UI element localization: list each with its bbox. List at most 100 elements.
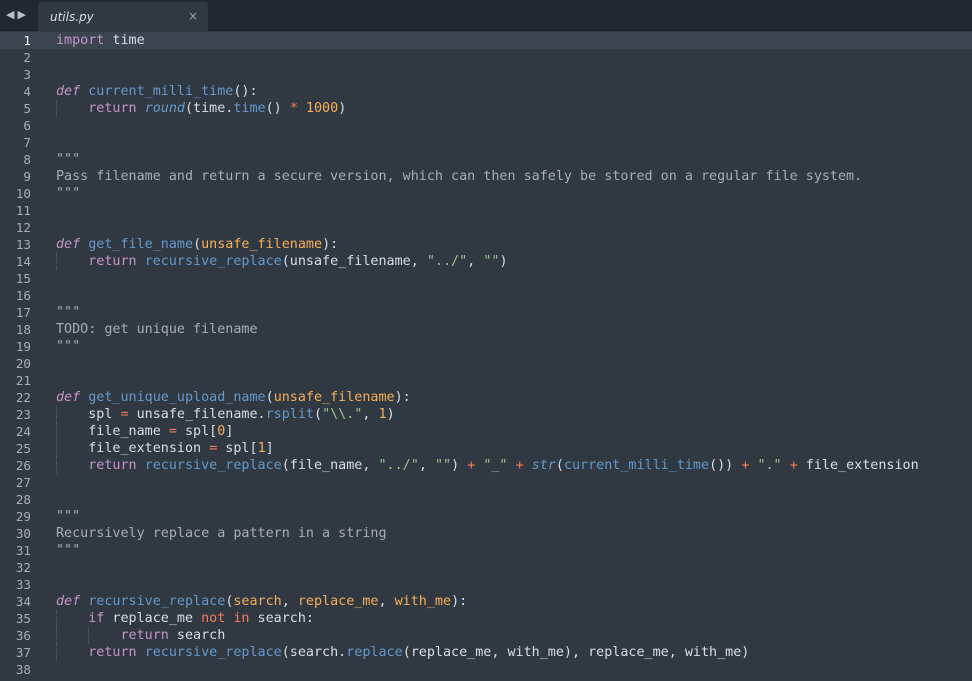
line-number: 3 bbox=[23, 67, 31, 82]
line-number: 14 bbox=[15, 254, 31, 269]
code-line[interactable]: 8 """ bbox=[0, 151, 972, 168]
code-line[interactable]: 25 file_extension = spl[1] bbox=[0, 440, 972, 457]
line-number: 2 bbox=[23, 50, 31, 65]
code-token: """ bbox=[56, 186, 81, 201]
code-line[interactable]: 35 if replace_me not in search: bbox=[0, 610, 972, 627]
tab-forward-icon[interactable]: ▶ bbox=[17, 8, 25, 22]
code-token: return bbox=[88, 254, 137, 269]
code-line[interactable]: 13 def get_file_name(unsafe_filename): bbox=[0, 236, 972, 253]
code-token: "_" bbox=[483, 458, 508, 473]
code-line[interactable]: 10 """ bbox=[0, 185, 972, 202]
code-line[interactable]: 7 bbox=[0, 134, 972, 151]
indent-guide bbox=[56, 406, 57, 423]
code-token: (replace_me, with_me), replace_me, with_… bbox=[402, 645, 750, 660]
code-line[interactable]: 23 spl = unsafe_filename.rsplit("\\.", 1… bbox=[0, 406, 972, 423]
line-number: 23 bbox=[15, 407, 31, 422]
code-line[interactable]: 29 """ bbox=[0, 508, 972, 525]
code-token: ) bbox=[386, 407, 395, 422]
code-line[interactable]: 1 import time bbox=[0, 32, 972, 49]
code-line[interactable]: 28 bbox=[0, 491, 972, 508]
code-line[interactable]: 21 bbox=[0, 372, 972, 389]
code-token: """ bbox=[56, 152, 81, 167]
code-token: return bbox=[88, 101, 137, 116]
code-line[interactable]: 36 return search bbox=[0, 627, 972, 644]
line-number: 37 bbox=[15, 645, 31, 660]
code-line[interactable]: 31 """ bbox=[0, 542, 972, 559]
code-line[interactable]: 30 Recursively replace a pattern in a str… bbox=[0, 525, 972, 542]
line-number: 29 bbox=[15, 509, 31, 524]
line-number: 30 bbox=[15, 526, 31, 541]
code-token: ) bbox=[451, 458, 468, 473]
code-line[interactable]: 33 bbox=[0, 576, 972, 593]
code-line[interactable]: 22 def get_unique_upload_name(unsafe_file… bbox=[0, 389, 972, 406]
code-token: ( bbox=[265, 390, 274, 405]
code-line[interactable]: 32 bbox=[0, 559, 972, 576]
code-text: return recursive_replace(search.replace(… bbox=[56, 644, 749, 661]
code-token: recursive_replace bbox=[144, 458, 282, 473]
code-editor[interactable]: 1 import time 2 3 4 def current_milli_time():… bbox=[0, 32, 972, 681]
code-token: 1000 bbox=[305, 101, 339, 116]
close-icon[interactable]: × bbox=[188, 9, 198, 23]
tab-utils-py[interactable]: utils.py × bbox=[38, 2, 208, 31]
code-line[interactable]: 4 def current_milli_time(): bbox=[0, 83, 972, 100]
code-line[interactable]: 18 TODO: get unique filename bbox=[0, 321, 972, 338]
code-text: TODO: get unique filename bbox=[56, 321, 258, 338]
code-line[interactable]: 2 bbox=[0, 49, 972, 66]
code-line[interactable]: 14 return recursive_replace(unsafe_filen… bbox=[0, 253, 972, 270]
line-number: 18 bbox=[15, 322, 31, 337]
line-number: 10 bbox=[15, 186, 31, 201]
code-token: ( bbox=[555, 458, 564, 473]
code-line[interactable]: 34 def recursive_replace(search, replace_… bbox=[0, 593, 972, 610]
code-token: get_file_name bbox=[88, 237, 194, 252]
code-token: ) bbox=[499, 254, 508, 269]
code-token: ) bbox=[338, 101, 347, 116]
code-line[interactable]: 9 Pass filename and return a secure versi… bbox=[0, 168, 972, 185]
code-line[interactable]: 38 bbox=[0, 661, 972, 678]
code-line[interactable]: 6 bbox=[0, 117, 972, 134]
code-text: """ bbox=[56, 185, 80, 202]
code-line[interactable]: 37 return recursive_replace(search.repla… bbox=[0, 644, 972, 661]
code-line[interactable]: 17 """ bbox=[0, 304, 972, 321]
code-line[interactable]: 15 bbox=[0, 270, 972, 287]
line-number: 7 bbox=[23, 135, 31, 150]
code-token: ] bbox=[265, 441, 274, 456]
code-text: return recursive_replace(file_name, "../… bbox=[56, 457, 918, 474]
line-number: 8 bbox=[23, 152, 31, 167]
code-token: file_name bbox=[56, 424, 169, 439]
code-text: return search bbox=[56, 627, 226, 644]
code-line[interactable]: 19 """ bbox=[0, 338, 972, 355]
code-token: , bbox=[281, 594, 298, 609]
code-line[interactable]: 5 return round(time.time() * 1000) bbox=[0, 100, 972, 117]
line-number: 16 bbox=[15, 288, 31, 303]
code-token: str bbox=[531, 458, 556, 473]
code-token: """ bbox=[56, 509, 81, 524]
code-token: + bbox=[789, 458, 798, 473]
code-line[interactable]: 27 bbox=[0, 474, 972, 491]
code-token: * bbox=[289, 101, 298, 116]
code-token: ()) bbox=[709, 458, 742, 473]
code-line[interactable]: 26 return recursive_replace(file_name, "… bbox=[0, 457, 972, 474]
code-token: , bbox=[467, 254, 484, 269]
code-token: unsafe_filename. bbox=[128, 407, 266, 422]
indent-guide bbox=[56, 627, 57, 644]
code-line[interactable]: 16 bbox=[0, 287, 972, 304]
code-line[interactable]: 12 bbox=[0, 219, 972, 236]
line-number: 11 bbox=[15, 203, 31, 218]
code-token: with_me bbox=[394, 594, 452, 609]
code-text: file_name = spl[0] bbox=[56, 423, 233, 440]
code-line[interactable]: 24 file_name = spl[0] bbox=[0, 423, 972, 440]
indent-guide bbox=[56, 253, 57, 270]
code-token: return bbox=[88, 458, 137, 473]
code-text: Recursively replace a pattern in a strin… bbox=[56, 525, 387, 542]
tab-back-icon[interactable]: ◀ bbox=[6, 8, 14, 22]
code-token: """ bbox=[56, 339, 81, 354]
code-line[interactable]: 11 bbox=[0, 202, 972, 219]
code-line[interactable]: 20 bbox=[0, 355, 972, 372]
code-token: recursive_replace bbox=[88, 594, 226, 609]
code-token: TODO: get unique filename bbox=[56, 322, 258, 337]
code-line[interactable]: 3 bbox=[0, 66, 972, 83]
indent-guide bbox=[56, 457, 57, 474]
code-token: round bbox=[144, 101, 185, 116]
